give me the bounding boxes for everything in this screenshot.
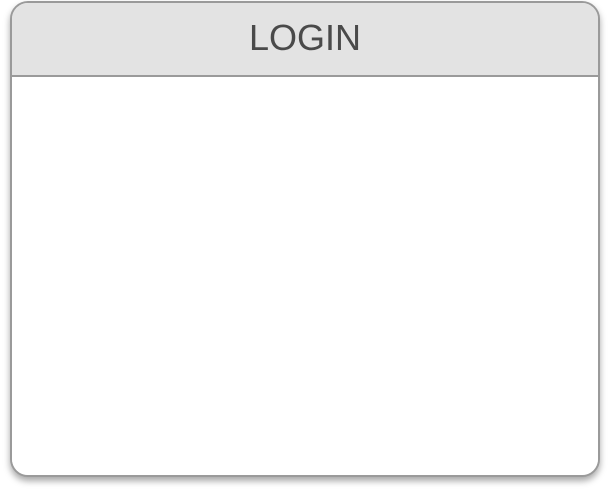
title-bar[interactable]: LOGIN [12, 3, 598, 77]
window-content [12, 77, 598, 475]
login-window: LOGIN [10, 1, 600, 477]
window-title: LOGIN [248, 17, 362, 58]
